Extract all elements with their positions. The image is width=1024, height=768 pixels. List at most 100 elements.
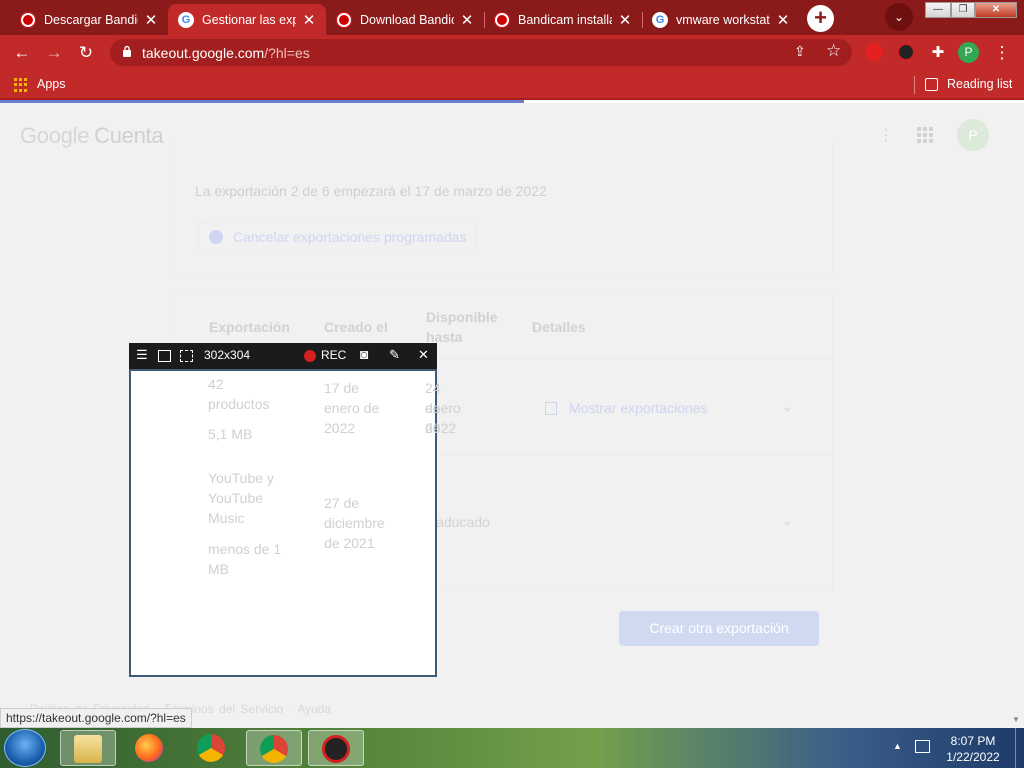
tab-vmware[interactable]: G vmware workstati ✕ <box>642 4 800 35</box>
tab-strip: Descargar Bandic ✕ G Gestionar las exp ✕… <box>0 0 1024 35</box>
back-arrow-icon[interactable]: ← <box>10 41 34 65</box>
address-bar[interactable]: takeout.google.com/?hl=es ⇪ ☆ <box>110 39 852 66</box>
select-area-icon[interactable] <box>180 350 193 362</box>
youtube-extension-icon[interactable] <box>865 43 883 61</box>
hamburger-menu-icon[interactable]: ☰ <box>136 347 148 363</box>
window-mode-icon[interactable] <box>158 350 171 362</box>
apps-grid-icon[interactable] <box>14 78 28 92</box>
bandicam-extension-icon[interactable] <box>897 43 915 61</box>
google-icon: G <box>652 11 668 28</box>
bandicam-taskbar-button[interactable] <box>308 730 364 766</box>
header-available-line1: Disponible <box>426 309 498 325</box>
copy-icon <box>545 401 557 415</box>
reload-icon[interactable]: ↻ <box>74 41 98 65</box>
row2-size-line1: menos de 1 <box>208 541 282 557</box>
tab-gestionar-exportaciones[interactable]: G Gestionar las exp ✕ <box>168 4 326 35</box>
reading-list-icon[interactable] <box>925 78 938 91</box>
share-icon[interactable]: ⇪ <box>794 43 806 60</box>
bookmarks-bar: Apps Reading list <box>0 70 1024 100</box>
tab-download-bandicam[interactable]: Download Bandic ✕ <box>326 4 484 35</box>
show-exports-button[interactable]: Mostrar exportaciones <box>533 393 720 423</box>
google-apps-icon[interactable] <box>917 127 933 143</box>
show-exports-label: Mostrar exportaciones <box>569 400 708 416</box>
google-cuenta-logo[interactable]: Google Cuenta <box>20 123 164 149</box>
browser-toolbar: ← → ↻ takeout.google.com/?hl=es ⇪ ☆ ✚ P … <box>0 35 1024 70</box>
row1-created-line1: 17 de <box>324 380 360 396</box>
divider <box>914 76 915 94</box>
chrome-icon <box>260 735 288 763</box>
extensions-puzzle-icon[interactable]: ✚ <box>926 41 950 65</box>
header-details: Detalles <box>532 319 586 335</box>
tab-search-button[interactable]: ⌄ <box>885 3 913 31</box>
rec-button[interactable]: REC <box>321 348 346 362</box>
restore-button[interactable]: ❐ <box>951 2 975 18</box>
row2-created-line2: diciembre <box>324 515 385 531</box>
firefox-icon <box>135 734 163 762</box>
bandicam-toolbar[interactable]: ☰ 302x304 REC ◙ ✎ ✕ <box>129 343 437 369</box>
google-wordmark: Google <box>20 123 90 148</box>
clock-date: 1/22/2022 <box>946 750 1000 764</box>
show-hidden-icons-icon[interactable]: ▲ <box>893 741 902 751</box>
bookmark-star-icon[interactable]: ☆ <box>826 41 841 61</box>
header-created: Creado el <box>324 319 388 335</box>
cancel-icon <box>209 230 223 244</box>
tab-title: Gestionar las exp <box>202 12 296 27</box>
minimize-button[interactable]: — <box>925 2 951 18</box>
chrome-profile-taskbar-button[interactable] <box>246 730 302 766</box>
record-icon[interactable] <box>304 350 316 362</box>
firefox-taskbar-button[interactable] <box>122 730 178 766</box>
tab-bandicam-install[interactable]: Bandicam installa ✕ <box>484 4 642 35</box>
tab-title: Download Bandic <box>360 12 454 27</box>
close-icon[interactable]: ✕ <box>144 11 158 29</box>
apps-bookmark[interactable]: Apps <box>37 77 66 91</box>
close-icon[interactable]: ✕ <box>776 11 790 29</box>
lock-icon <box>123 45 131 57</box>
clock-time: 8:07 PM <box>950 734 996 748</box>
system-clock[interactable]: 8:07 PM 1/22/2022 <box>938 733 1008 765</box>
camera-icon[interactable]: ◙ <box>360 346 368 362</box>
create-new-export-button[interactable]: Crear otra exportación <box>619 611 819 646</box>
row2-size-line2: MB <box>208 561 229 577</box>
close-icon[interactable]: ✕ <box>418 347 429 363</box>
windows-start-icon[interactable] <box>4 729 46 767</box>
menu-dots-icon[interactable]: ⋮ <box>990 41 1014 65</box>
scheduled-exports-card <box>173 143 833 278</box>
bandicam-icon <box>322 735 350 763</box>
capture-size: 302x304 <box>204 348 251 362</box>
network-icon[interactable] <box>915 740 930 753</box>
schedule-text: La exportación 2 de 6 empezará el 17 de … <box>195 183 547 199</box>
chevron-down-icon[interactable]: ⌄ <box>782 399 793 415</box>
pencil-icon[interactable]: ✎ <box>389 347 400 363</box>
show-desktop-button[interactable] <box>1015 728 1024 768</box>
row1-available-line3: 2022 <box>425 420 457 436</box>
row2-export-line1: YouTube y <box>208 470 274 486</box>
scroll-down-arrow-icon[interactable]: ▼ <box>1012 715 1020 724</box>
file-explorer-taskbar-button[interactable] <box>60 730 116 766</box>
new-tab-button[interactable]: + <box>807 5 834 32</box>
cancel-scheduled-exports-button[interactable]: Cancelar exportaciones programadas <box>198 222 478 252</box>
more-options-icon[interactable]: ⋮ <box>878 125 894 145</box>
row1-export-line2: productos <box>208 396 270 412</box>
tab-title: Bandicam installa <box>518 12 612 27</box>
account-avatar[interactable]: P <box>957 119 989 151</box>
url-host: takeout.google.com <box>142 45 265 61</box>
close-icon[interactable]: ✕ <box>460 11 474 29</box>
screen: Descargar Bandic ✕ G Gestionar las exp ✕… <box>0 0 1024 768</box>
window-close-button[interactable]: ✕ <box>975 2 1017 18</box>
row2-created-line1: 27 de <box>324 495 360 511</box>
row2-export-line2: YouTube <box>208 490 264 506</box>
close-icon[interactable]: ✕ <box>618 11 632 29</box>
reading-list-button[interactable]: Reading list <box>947 77 1012 91</box>
chevron-down-icon[interactable]: ⌄ <box>782 513 793 529</box>
google-icon: G <box>178 11 194 28</box>
bandicam-capture-area[interactable]: 42 productos 5,1 MB 17 de enero de 2022 … <box>129 369 461 677</box>
profile-avatar[interactable]: P <box>958 42 979 63</box>
chrome-taskbar-button[interactable] <box>184 730 240 766</box>
close-icon[interactable]: ✕ <box>302 11 316 29</box>
tab-descargar-bandicam[interactable]: Descargar Bandic ✕ <box>10 4 168 35</box>
forward-arrow-icon[interactable]: → <box>42 41 66 65</box>
link-status-bubble: https://takeout.google.com/?hl=es <box>0 708 192 728</box>
row1-export-line1: 42 <box>208 376 224 392</box>
row1-size: 5,1 MB <box>208 426 253 442</box>
row2-created-line3: de 2021 <box>324 535 375 551</box>
